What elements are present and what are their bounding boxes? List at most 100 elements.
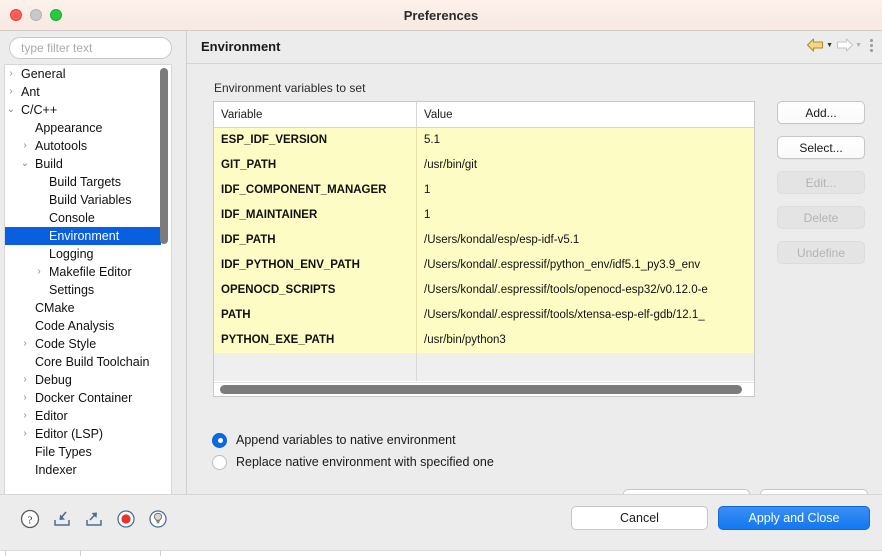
forward-button: ▼ (835, 37, 862, 53)
table-row[interactable]: IDF_MAINTAINER 1 (214, 203, 754, 228)
chevron-right-icon[interactable]: › (19, 371, 31, 389)
back-button[interactable]: ▼ (806, 37, 833, 53)
chevron-right-icon[interactable]: › (19, 335, 31, 353)
tip-lightbulb-icon[interactable] (146, 507, 170, 531)
close-window-button[interactable] (10, 9, 22, 21)
chevron-right-icon[interactable]: › (33, 263, 45, 281)
cancel-button[interactable]: Cancel (571, 506, 708, 530)
sidebar-item-label: CMake (35, 301, 75, 315)
table-row[interactable]: GIT_PATH/usr/bin/git (214, 153, 754, 178)
sidebar-item-general[interactable]: › General (5, 65, 171, 83)
radio-button-indicator[interactable] (212, 454, 227, 470)
table-row[interactable]: PATH/Users/kondal/.espressif/tools/xtens… (214, 303, 754, 328)
table-body: ESP_IDF_VERSION 5.1 GIT_PATH/usr/bin/git ID… (214, 128, 754, 381)
table-row[interactable]: ESP_IDF_VERSION 5.1 (214, 128, 754, 153)
sidebar-item-label: Appearance (35, 121, 103, 135)
sidebar-item-build[interactable]: ⌄ Build (5, 155, 171, 173)
radio-replace-environment[interactable]: Replace native environment with specifie… (212, 451, 494, 473)
sidebar-item-label: General (21, 67, 66, 81)
sidebar-item-core-build-toolchain[interactable]: Core Build Toolchain (5, 353, 171, 371)
back-dropdown-caret[interactable]: ▼ (826, 42, 833, 49)
export-icon[interactable] (82, 507, 106, 531)
add-button[interactable]: Add... (777, 101, 865, 124)
sidebar-item-label: Code Style (35, 337, 97, 351)
window-titlebar: Preferences (0, 0, 882, 31)
chevron-right-icon[interactable]: › (5, 65, 17, 83)
page-header: Environment ▼ ▼ (187, 31, 882, 64)
table-header-row: Variable Value (214, 102, 754, 128)
sidebar-item-code-style[interactable]: › Code Style (5, 335, 171, 353)
filter-field-wrapper (9, 37, 172, 59)
sidebar-item-code-analysis[interactable]: Code Analysis (5, 317, 171, 335)
sidebar-vertical-scrollbar[interactable] (160, 68, 168, 244)
radio-label: Append variables to native environment (236, 433, 456, 447)
table-empty-row (214, 353, 754, 381)
record-icon[interactable] (114, 507, 138, 531)
import-icon[interactable] (50, 507, 74, 531)
sidebar-item-label: Code Analysis (35, 319, 115, 333)
sidebar-item-environment[interactable]: Environment (5, 227, 161, 245)
search-input[interactable] (9, 37, 172, 59)
page-header-toolbar: ▼ ▼ (806, 37, 875, 53)
sidebar-item-appearance[interactable]: Appearance (5, 119, 171, 137)
help-icon[interactable]: ? (18, 507, 42, 531)
sidebar-item-label: C/C++ (21, 103, 58, 117)
environment-variables-table[interactable]: Variable Value ESP_IDF_VERSION 5.1 GIT_PAT… (213, 101, 755, 397)
footer-buttons: Cancel Apply and Close (571, 506, 870, 530)
radio-button-indicator[interactable] (212, 432, 227, 448)
table-horizontal-scrollbar-thumb[interactable] (220, 385, 742, 394)
sidebar-item-editor[interactable]: › Editor (5, 407, 171, 425)
maximize-window-button[interactable] (50, 9, 62, 21)
sidebar-item-console[interactable]: Console (5, 209, 171, 227)
sidebar-item-c-c[interactable]: ⌄ C/C++ (5, 101, 171, 119)
sidebar-item-label: Build Variables (49, 193, 132, 207)
undefine-button: Undefine (777, 241, 865, 264)
sidebar-item-ant[interactable]: › Ant (5, 83, 171, 101)
preferences-window: Preferences › General › Ant ⌄ C/C++ Appearance… (0, 0, 882, 556)
table-row[interactable]: OPENOCD_SCRIPTS/Users/kondal/.espressif/… (214, 278, 754, 303)
sidebar-item-debug[interactable]: › Debug (5, 371, 171, 389)
sidebar-item-editor-lsp[interactable]: › Editor (LSP) (5, 425, 171, 443)
select-button[interactable]: Select... (777, 136, 865, 159)
preferences-tree[interactable]: › General › Ant ⌄ C/C++ Appearance › Autotools ⌄ B… (4, 64, 172, 509)
column-header-value[interactable]: Value (417, 102, 754, 127)
chevron-down-icon[interactable]: ⌄ (19, 155, 31, 173)
sidebar-item-docker-container[interactable]: › Docker Container (5, 389, 171, 407)
table-row[interactable]: IDF_PYTHON_ENV_PATH/Users/kondal/.espres… (214, 253, 754, 278)
chevron-right-icon[interactable]: › (19, 137, 31, 155)
table-row[interactable]: IDF_COMPONENT_MANAGER 1 (214, 178, 754, 203)
cell-value: /Users/kondal/esp/esp-idf-v5.1 (424, 234, 580, 246)
delete-button: Delete (777, 206, 865, 229)
sidebar-item-indexer[interactable]: Indexer (5, 461, 171, 479)
cell-variable: PATH (214, 303, 417, 328)
sidebar-item-cmake[interactable]: CMake (5, 299, 171, 317)
sidebar-item-label: Editor (35, 409, 68, 423)
chevron-right-icon[interactable]: › (19, 407, 31, 425)
chevron-down-icon[interactable]: ⌄ (5, 101, 17, 119)
sidebar-item-label: Environment (49, 229, 120, 243)
sidebar-item-logging[interactable]: Logging (5, 245, 171, 263)
section-label: Environment variables to set (214, 81, 366, 95)
sidebar-item-autotools[interactable]: › Autotools (5, 137, 171, 155)
chevron-right-icon[interactable]: › (19, 425, 31, 443)
sidebar-item-settings[interactable]: Settings (5, 281, 171, 299)
table-row[interactable]: PYTHON_EXE_PATH/usr/bin/python3 (214, 328, 754, 353)
sidebar-item-build-targets[interactable]: Build Targets (5, 173, 171, 191)
preferences-content-panel: Environment ▼ ▼ Environment variables to… (186, 31, 882, 512)
table-horizontal-scrollbar-track[interactable] (214, 382, 754, 396)
sidebar-item-label: Debug (35, 373, 72, 387)
apply-and-close-button[interactable]: Apply and Close (718, 506, 870, 530)
cell-value: /Users/kondal/.espressif/python_env/idf5… (424, 259, 701, 271)
radio-append-variables[interactable]: Append variables to native environment (212, 429, 494, 451)
chevron-right-icon[interactable]: › (19, 389, 31, 407)
sidebar-item-label: Console (49, 211, 95, 225)
column-header-variable[interactable]: Variable (214, 102, 417, 127)
table-row[interactable]: IDF_PATH/Users/kondal/esp/esp-idf-v5.1 (214, 228, 754, 253)
minimize-window-button[interactable] (30, 9, 42, 21)
sidebar-item-makefile-editor[interactable]: › Makefile Editor (5, 263, 171, 281)
sidebar-item-build-variables[interactable]: Build Variables (5, 191, 171, 209)
view-menu-icon[interactable] (870, 38, 873, 52)
sidebar-item-file-types[interactable]: File Types (5, 443, 171, 461)
chevron-right-icon[interactable]: › (5, 83, 17, 101)
cell-variable: OPENOCD_SCRIPTS (214, 278, 417, 303)
